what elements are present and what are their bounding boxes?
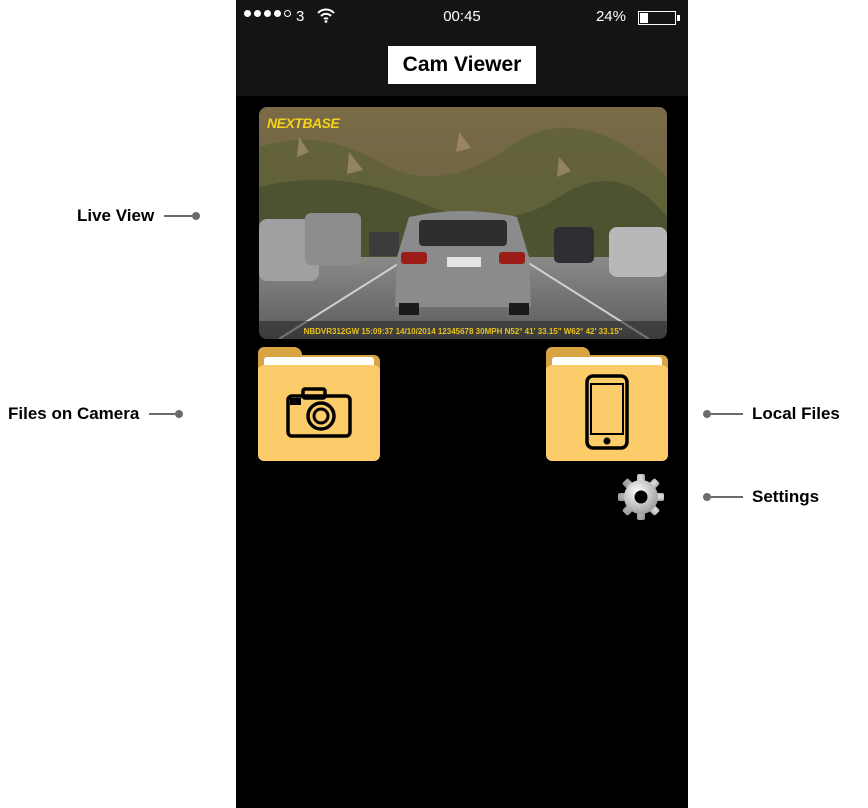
callout-settings: Settings — [703, 487, 819, 507]
brand-logo: NEXTBASE — [267, 115, 340, 131]
callout-local-files: Local Files — [703, 404, 840, 424]
files-on-camera-button[interactable] — [258, 347, 380, 461]
phone-screen: 3 00:45 24% Cam Viewer NEXTBASE NBDVR312… — [236, 0, 688, 808]
battery-icon — [638, 11, 676, 25]
app-title: Cam Viewer — [388, 46, 536, 84]
callout-live-view: Live View — [77, 206, 201, 226]
status-bar: 3 00:45 24% — [236, 0, 688, 34]
local-files-button[interactable] — [546, 347, 668, 461]
camera-icon — [258, 377, 380, 447]
callout-knob — [703, 410, 711, 418]
battery-percent: 24% — [595, 8, 626, 25]
live-view-image — [259, 107, 667, 339]
battery-nub — [677, 15, 680, 21]
callout-line — [711, 496, 743, 498]
video-overlay-text: NBDVR312GW 15:09:37 14/10/2014 12345678 … — [303, 327, 623, 336]
live-view[interactable]: NEXTBASE NBDVR312GW 15:09:37 14/10/2014 … — [259, 107, 667, 339]
gear-icon — [618, 474, 664, 520]
callout-knob — [175, 410, 184, 418]
callout-files-on-camera: Files on Camera — [8, 404, 184, 424]
phone-icon — [546, 374, 668, 450]
callout-line — [711, 413, 743, 415]
callout-knob — [703, 493, 711, 501]
callout-live-view-label: Live View — [77, 206, 155, 225]
callout-knob — [192, 212, 201, 220]
callout-settings-label: Settings — [752, 487, 820, 506]
callout-line — [164, 215, 193, 217]
callout-local-files-label: Local Files — [752, 404, 840, 423]
settings-button[interactable] — [617, 473, 665, 521]
callout-files-on-camera-label: Files on Camera — [8, 404, 140, 423]
callout-line — [149, 413, 176, 415]
